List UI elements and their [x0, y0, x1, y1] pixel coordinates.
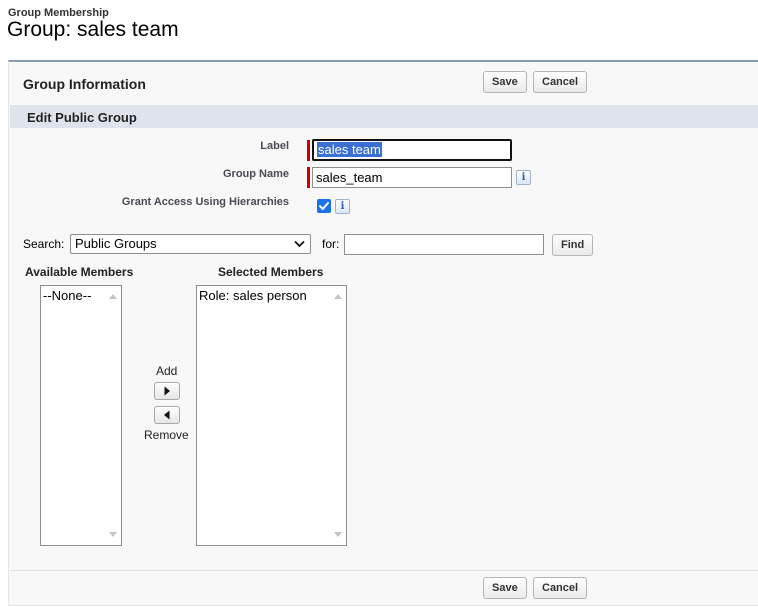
section-title: Edit Public Group: [27, 110, 137, 125]
grant-access-label: Grant Access Using Hierarchies: [121, 196, 289, 208]
selected-members-label: Selected Members: [218, 265, 324, 279]
for-label: for:: [322, 237, 340, 251]
grant-access-checkbox[interactable]: [317, 199, 331, 213]
scroll-up-icon[interactable]: [334, 294, 342, 299]
checkmark-icon: [319, 202, 329, 210]
panel-title: Group Information: [23, 76, 146, 92]
info-icon[interactable]: i: [335, 199, 350, 214]
add-button[interactable]: [154, 382, 180, 400]
search-input[interactable]: [344, 234, 544, 255]
required-indicator: [307, 167, 310, 188]
chevron-down-icon: [294, 240, 305, 248]
list-item[interactable]: --None--: [43, 288, 91, 303]
footer-divider: [10, 570, 758, 571]
save-button-bottom[interactable]: Save: [483, 577, 527, 599]
label-input[interactable]: sales team: [312, 139, 512, 161]
available-members-list[interactable]: --None--: [40, 285, 122, 546]
search-scope-select[interactable]: Public Groups: [70, 234, 311, 254]
cancel-button-bottom[interactable]: Cancel: [533, 577, 588, 599]
required-indicator: [307, 140, 310, 161]
remove-label: Remove: [144, 428, 189, 442]
group-name-input[interactable]: sales_team: [312, 167, 512, 188]
label-input-value: sales team: [317, 142, 382, 157]
section-header: Edit Public Group: [10, 104, 758, 128]
save-button-top[interactable]: Save: [483, 71, 527, 93]
remove-button[interactable]: [154, 406, 180, 424]
arrow-right-icon: [164, 386, 170, 396]
list-item[interactable]: Role: sales person: [199, 288, 307, 303]
scroll-down-icon[interactable]: [109, 532, 117, 537]
search-label: Search:: [23, 237, 65, 251]
scroll-down-icon[interactable]: [334, 532, 342, 537]
label-field-label: Label: [260, 140, 289, 152]
group-edit-panel: Group Information Save Cancel Edit Publi…: [8, 60, 758, 606]
page-title: Group: sales team: [7, 18, 179, 41]
cancel-button-top[interactable]: Cancel: [533, 71, 588, 93]
scroll-up-icon[interactable]: [109, 294, 117, 299]
selected-members-list[interactable]: Role: sales person: [196, 285, 347, 546]
available-members-label: Available Members: [25, 265, 134, 279]
arrow-left-icon: [164, 410, 170, 420]
search-scope-value: Public Groups: [75, 236, 157, 251]
group-name-input-value: sales_team: [316, 170, 383, 185]
add-label: Add: [156, 364, 178, 378]
group-name-field-label: Group Name: [222, 168, 289, 180]
info-icon[interactable]: i: [516, 170, 531, 185]
find-button[interactable]: Find: [552, 234, 594, 256]
